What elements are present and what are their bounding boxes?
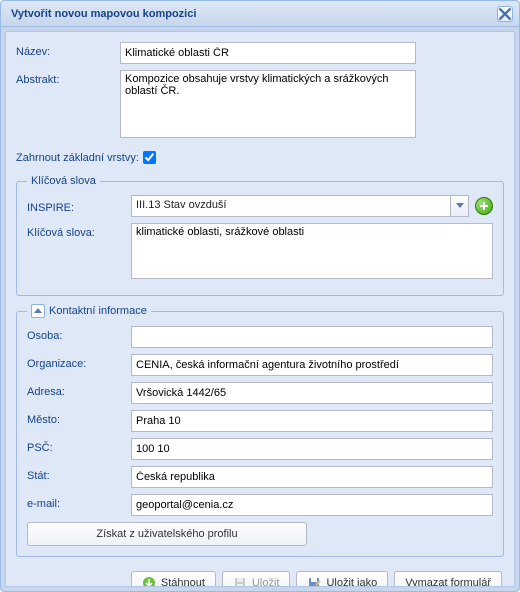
address-label: Adresa: xyxy=(27,382,131,398)
city-label: Město: xyxy=(27,410,131,426)
zip-input[interactable] xyxy=(131,438,493,460)
close-icon xyxy=(498,7,512,21)
keywords-label: Klíčová slova: xyxy=(27,223,131,239)
inspire-label: INSPIRE: xyxy=(27,198,131,214)
org-input[interactable] xyxy=(131,354,493,376)
contact-fieldset: Kontaktní informace Osoba: Organizace: A… xyxy=(16,304,504,557)
plus-icon xyxy=(479,201,489,211)
address-input[interactable] xyxy=(131,382,493,404)
email-label: e-mail: xyxy=(27,494,131,510)
country-input[interactable] xyxy=(131,466,493,488)
inspire-combo-value: III.13 Stav ovzduší xyxy=(132,196,450,216)
download-icon xyxy=(142,576,156,587)
chevron-up-icon xyxy=(34,308,42,314)
close-button[interactable] xyxy=(497,6,513,22)
zip-label: PSČ: xyxy=(27,438,131,454)
keywords-fieldset: Klíčová slova INSPIRE: III.13 Stav ovzdu… xyxy=(16,175,504,296)
collapse-contact-button[interactable] xyxy=(31,304,45,318)
include-base-checkbox[interactable] xyxy=(143,151,156,164)
download-button[interactable]: Stáhnout xyxy=(131,571,216,587)
save-as-icon xyxy=(307,576,321,587)
keywords-legend: Klíčová slova xyxy=(27,175,100,187)
email-input[interactable] xyxy=(131,494,493,516)
download-label: Stáhnout xyxy=(161,577,205,587)
inspire-combo[interactable]: III.13 Stav ovzduší xyxy=(131,195,469,217)
dialog-body: Název: Abstrakt: Zahrnout základní vrstv… xyxy=(5,31,515,587)
save-icon xyxy=(233,576,247,587)
load-from-profile-label: Získat z uživatelského profilu xyxy=(96,528,237,540)
inspire-combo-trigger[interactable] xyxy=(450,196,468,216)
window-title: Vytvořit novou mapovou kompozici xyxy=(11,8,497,20)
load-from-profile-button[interactable]: Získat z uživatelského profilu xyxy=(27,522,307,546)
chevron-down-icon xyxy=(456,203,464,209)
contact-legend-text: Kontaktní informace xyxy=(49,305,147,317)
org-label: Organizace: xyxy=(27,354,131,370)
button-bar: Stáhnout Uložit Uložit jako Vymazat form… xyxy=(16,565,504,587)
person-input[interactable] xyxy=(131,326,493,348)
save-as-label: Uložit jako xyxy=(326,577,377,587)
country-label: Stát: xyxy=(27,466,131,482)
person-label: Osoba: xyxy=(27,326,131,342)
add-inspire-button[interactable] xyxy=(475,197,493,215)
include-base-label: Zahrnout základní vrstvy: xyxy=(16,152,139,164)
titlebar: Vytvořit novou mapovou kompozici xyxy=(1,1,519,27)
clear-form-button[interactable]: Vymazat formulář xyxy=(394,571,502,587)
city-input[interactable] xyxy=(131,410,493,432)
contact-legend: Kontaktní informace xyxy=(27,304,151,318)
name-input[interactable] xyxy=(120,42,416,64)
save-as-button[interactable]: Uložit jako xyxy=(296,571,388,587)
abstract-textarea[interactable] xyxy=(120,70,416,138)
dialog-window: Vytvořit novou mapovou kompozici Název: … xyxy=(0,0,520,592)
abstract-label: Abstrakt: xyxy=(16,70,120,86)
save-label: Uložit xyxy=(252,577,280,587)
name-label: Název: xyxy=(16,42,120,58)
keywords-textarea[interactable] xyxy=(131,223,493,279)
clear-form-label: Vymazat formulář xyxy=(405,577,491,587)
save-button[interactable]: Uložit xyxy=(222,571,291,587)
